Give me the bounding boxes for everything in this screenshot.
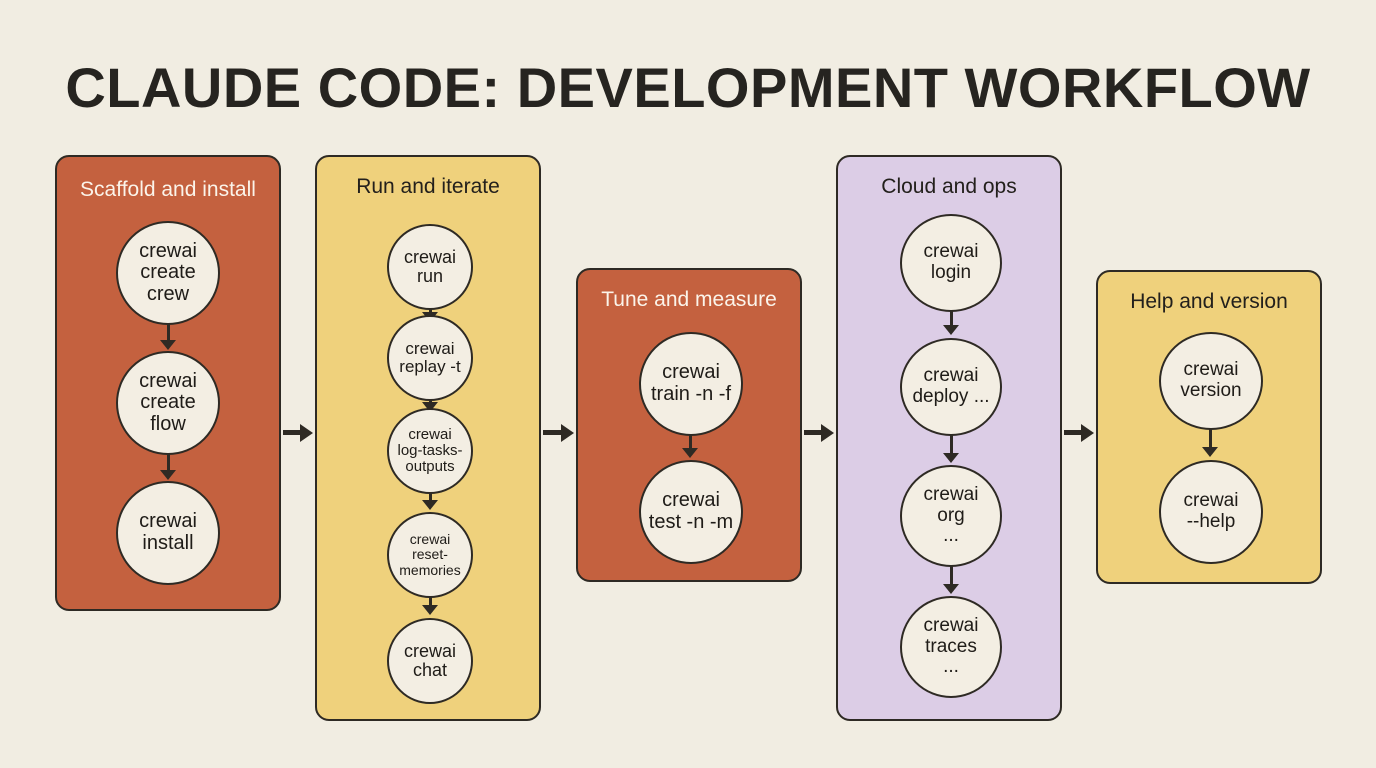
- command-node-crewai-run: crewai run: [387, 224, 473, 310]
- stage-connector-arrowhead: [300, 423, 313, 442]
- command-node-crewai-org: crewai org ...: [900, 465, 1002, 567]
- command-node-crewai-traces: crewai traces ...: [900, 596, 1002, 698]
- stage-run-and-iterate: Run and iterate crewai run crewai replay…: [315, 155, 541, 721]
- flow-arrowhead: [943, 584, 959, 594]
- flow-arrowhead: [682, 448, 698, 458]
- stage-connector-arrow: [283, 430, 301, 435]
- stage-cloud-and-ops: Cloud and ops crewai login crewai deploy…: [836, 155, 1062, 721]
- command-node-crewai-chat: crewai chat: [387, 618, 473, 704]
- flow-arrowhead: [943, 453, 959, 463]
- stage-title: Run and iterate: [356, 175, 500, 198]
- flow-arrowhead: [160, 340, 176, 350]
- flow-arrow: [428, 492, 432, 500]
- flow-arrowhead: [422, 500, 438, 510]
- flow-arrowhead: [160, 470, 176, 480]
- stage-connector-arrowhead: [561, 423, 574, 442]
- command-node-crewai-replay: crewai replay -t: [387, 315, 473, 401]
- stage-connector-arrowhead: [821, 423, 834, 442]
- command-node-crewai-deploy: crewai deploy ...: [900, 338, 1002, 436]
- flow-arrow: [949, 434, 953, 454]
- command-node-crewai-test: crewai test -n -m: [639, 460, 743, 564]
- stage-title: Help and version: [1130, 290, 1288, 313]
- command-node-crewai-help: crewai --help: [1159, 460, 1263, 564]
- stage-title: Scaffold and install: [80, 178, 256, 201]
- stage-title: Tune and measure: [601, 288, 777, 311]
- diagram-title: CLAUDE CODE: DEVELOPMENT WORKFLOW: [65, 56, 1311, 119]
- stage-tune-and-measure: Tune and measure crewai train -n -f crew…: [576, 268, 802, 582]
- command-node-crewai-create-crew: crewai create crew: [116, 221, 220, 325]
- flow-arrow: [167, 323, 170, 340]
- command-node-crewai-login: crewai login: [900, 214, 1002, 312]
- stage-connector-arrowhead: [1081, 423, 1094, 442]
- flow-arrowhead: [943, 325, 959, 335]
- stage-connector-arrow: [1064, 430, 1082, 435]
- flow-arrow: [949, 565, 953, 585]
- flow-arrow: [689, 434, 692, 449]
- stage-scaffold-and-install: Scaffold and install crewai create crew …: [55, 155, 281, 611]
- flow-arrowhead: [422, 605, 438, 615]
- command-node-crewai-reset-memories: crewai reset- memories: [387, 512, 473, 598]
- flow-arrowhead: [1202, 447, 1218, 457]
- flow-arrow: [1209, 428, 1212, 448]
- command-node-crewai-install: crewai install: [116, 481, 220, 585]
- flow-arrow: [949, 310, 953, 326]
- command-node-crewai-create-flow: crewai create flow: [116, 351, 220, 455]
- command-node-crewai-train: crewai train -n -f: [639, 332, 743, 436]
- command-node-crewai-version: crewai version: [1159, 332, 1263, 430]
- stage-connector-arrow: [543, 430, 562, 435]
- stage-help-and-version: Help and version crewai version crewai -…: [1096, 270, 1322, 584]
- stage-connector-arrow: [804, 430, 822, 435]
- stage-title: Cloud and ops: [881, 175, 1017, 198]
- flow-arrow: [167, 453, 170, 470]
- command-node-crewai-log-tasks-outputs: crewai log-tasks- outputs: [387, 408, 473, 494]
